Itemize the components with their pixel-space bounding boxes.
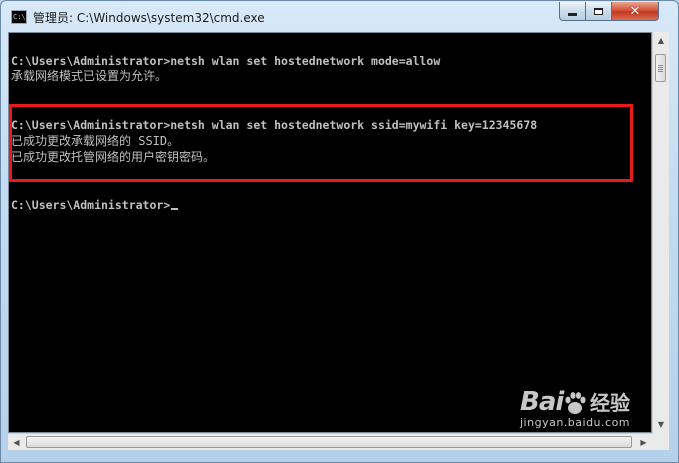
maximize-icon <box>594 7 603 15</box>
highlight-box <box>9 104 633 182</box>
text-cursor <box>171 208 179 210</box>
scrollbar-corner <box>652 433 669 450</box>
vertical-scrollbar[interactable]: ▲ ▼ <box>652 32 669 433</box>
arrow-left-icon: ◀ <box>13 437 20 447</box>
arrow-up-icon: ▲ <box>657 36 665 45</box>
horizontal-scroll-thumb[interactable] <box>26 436 632 448</box>
cmd-window: C:\ 管理员: C:\Windows\system32\cmd.exe ✕ C… <box>0 0 679 463</box>
watermark-url: jingyan.baidu.com <box>520 416 631 429</box>
console-prompt: C:\Users\Administrator> <box>11 198 171 212</box>
arrow-right-icon: ▶ <box>640 437 647 447</box>
cmd-icon[interactable]: C:\ <box>11 10 27 24</box>
paw-icon <box>565 392 586 414</box>
scroll-left-button[interactable]: ◀ <box>8 434 25 450</box>
console-line: C:\Users\Administrator>netsh wlan set ho… <box>11 54 441 68</box>
minimize-button[interactable] <box>559 2 586 21</box>
close-button[interactable]: ✕ <box>612 2 659 21</box>
maximize-button[interactable] <box>586 2 612 21</box>
watermark-logo: Bai <box>520 387 564 417</box>
console-line: 承载网络模式已设置为允许。 <box>11 69 168 83</box>
watermark-suffix: 经验 <box>590 391 630 415</box>
minimize-icon <box>568 12 577 16</box>
vertical-scroll-thumb[interactable] <box>655 54 666 82</box>
scroll-up-button[interactable]: ▲ <box>653 32 669 49</box>
console-output[interactable]: C:\Users\Administrator>netsh wlan set ho… <box>8 32 652 433</box>
scroll-right-button[interactable]: ▶ <box>635 434 652 450</box>
window-title: 管理员: C:\Windows\system32\cmd.exe <box>33 11 265 25</box>
close-icon: ✕ <box>629 3 641 19</box>
horizontal-scrollbar[interactable]: ◀ ▶ <box>8 433 652 450</box>
baidu-watermark: Bai 经验 jingyan.baidu.com <box>520 387 660 435</box>
title-bar[interactable]: C:\ 管理员: C:\Windows\system32\cmd.exe ✕ <box>1 1 678 33</box>
console-prompt-line[interactable]: C:\Users\Administrator> <box>11 197 179 213</box>
